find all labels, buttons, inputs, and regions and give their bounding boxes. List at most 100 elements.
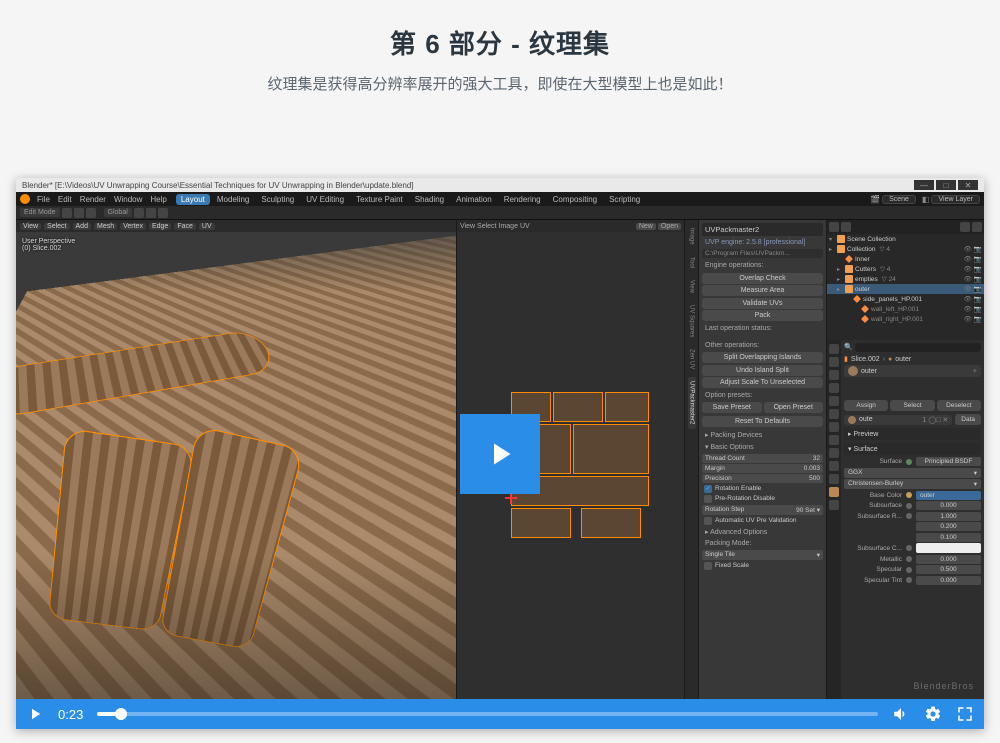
subsurface[interactable]: Subsurface0.000 [844, 501, 981, 510]
snap-icon[interactable] [134, 208, 144, 218]
mode-selector[interactable]: Edit Mode [20, 208, 60, 217]
pm-split-button[interactable]: Split Overlapping Islands [702, 352, 823, 363]
pm-pack-button[interactable]: Pack [702, 310, 823, 321]
prop-tab-constraint[interactable] [829, 461, 839, 471]
vtab-image[interactable]: Image [688, 224, 696, 249]
surface-panel[interactable]: ▾ Surface [844, 443, 981, 455]
play-button[interactable] [26, 705, 44, 723]
specular-tint[interactable]: Specular Tint0.000 [844, 576, 981, 585]
vp-menu-view[interactable]: View [20, 223, 41, 230]
pm-auto-pre-validation[interactable]: Automatic UV Pre Validation [702, 516, 823, 526]
menu-file[interactable]: File [34, 195, 53, 204]
pm-save-preset-button[interactable]: Save Preset [702, 402, 762, 413]
vtab-uvpackmaster[interactable]: UVPackmaster2 [688, 377, 696, 428]
prop-tab-world[interactable] [829, 396, 839, 406]
material-name-field[interactable]: oute 1 ◯□ ✕ [844, 415, 952, 425]
outliner-item[interactable]: ▸Cutters▽ 4👁📷 [827, 264, 984, 274]
outliner-item[interactable]: ▸outer👁📷 [827, 284, 984, 294]
window-close-button[interactable]: ✕ [958, 180, 978, 190]
ggx-dropdown[interactable]: GGX▾ [844, 468, 981, 478]
outliner-funnel-icon[interactable] [972, 222, 982, 232]
outliner-item[interactable]: wall_right_HP.001👁📷 [827, 314, 984, 324]
pm-sec-basic[interactable]: ▾ Basic Options [702, 441, 823, 453]
pm-sec-devices[interactable]: ▸ Packing Devices [702, 429, 823, 441]
uv-menu-image[interactable]: Image [499, 223, 518, 230]
outliner-scene-collection[interactable]: ▾Scene Collection [827, 234, 984, 244]
vp-menu-face[interactable]: Face [174, 223, 196, 230]
pm-pre-rotation-disable[interactable]: Pre-Rotation Disable [702, 494, 823, 504]
prop-tab-viewlayer[interactable] [829, 370, 839, 380]
pm-mode-dropdown[interactable]: Single Tile▾ [702, 550, 823, 560]
select-edge-icon[interactable] [74, 208, 84, 218]
pivot-icon[interactable] [146, 208, 156, 218]
pm-open-preset-button[interactable]: Open Preset [764, 402, 824, 413]
select-face-icon[interactable] [86, 208, 96, 218]
outliner-search-icon[interactable] [960, 222, 970, 232]
properties-search[interactable]: 🔍 [844, 343, 981, 352]
prop-tab-texture[interactable] [829, 500, 839, 510]
data-tab-button[interactable]: Data [955, 414, 981, 425]
specular[interactable]: Specular0.500 [844, 565, 981, 574]
video-progress[interactable] [97, 712, 878, 716]
menu-window[interactable]: Window [111, 195, 145, 204]
pm-rotation-enable[interactable]: ✓Rotation Enable [702, 484, 823, 494]
base-color[interactable]: Base Colorouter [844, 491, 981, 500]
deselect-button[interactable]: Deselect [937, 400, 981, 411]
prop-tab-material[interactable] [829, 487, 839, 497]
prop-tab-object[interactable] [829, 409, 839, 419]
vtab-zenuv[interactable]: Zen UV [688, 345, 696, 373]
vp-menu-vertex[interactable]: Vertex [120, 223, 146, 230]
prop-tab-physics[interactable] [829, 448, 839, 458]
subsurface-radius[interactable]: Subsurface R...1.000 [844, 512, 981, 521]
workspace-tab-shading[interactable]: Shading [410, 194, 449, 205]
workspace-tab-uv-editing[interactable]: UV Editing [301, 194, 349, 205]
pm-sec-advanced[interactable]: ▸ Advanced Options [702, 526, 823, 538]
pm-adjust-scale-button[interactable]: Adjust Scale To Unselected [702, 377, 823, 388]
vtab-uvsquares[interactable]: UV Squares [688, 301, 696, 341]
outliner-item[interactable]: side_panels_HP.001👁📷 [827, 294, 984, 304]
prop-tab-render[interactable] [829, 344, 839, 354]
uv-menu-select[interactable]: Select [477, 223, 496, 230]
vtab-tool[interactable]: Tool [688, 253, 696, 272]
workspace-tab-sculpting[interactable]: Sculpting [256, 194, 299, 205]
burley-dropdown[interactable]: Christensen-Burley▾ [844, 479, 981, 489]
workspace-tab-rendering[interactable]: Rendering [499, 194, 546, 205]
pm-undo-split-button[interactable]: Undo Island Split [702, 365, 823, 376]
uv-new-button[interactable]: New [636, 223, 656, 230]
preview-panel[interactable]: ▸ Preview [844, 428, 981, 440]
workspace-tab-animation[interactable]: Animation [451, 194, 497, 205]
vp-menu-edge[interactable]: Edge [149, 223, 171, 230]
workspace-tab-scripting[interactable]: Scripting [604, 194, 645, 205]
select-button[interactable]: Select [890, 400, 934, 411]
prop-tab-scene[interactable] [829, 383, 839, 393]
menu-edit[interactable]: Edit [55, 195, 75, 204]
window-min-button[interactable]: — [914, 180, 934, 190]
prop-tab-output[interactable] [829, 357, 839, 367]
orientation-selector[interactable]: Global [104, 208, 132, 217]
prop-tab-data[interactable] [829, 474, 839, 484]
outliner-item[interactable]: ▸Collection▽ 4👁📷 [827, 244, 984, 254]
workspace-tab-layout[interactable]: Layout [176, 194, 210, 205]
assign-button[interactable]: Assign [844, 400, 888, 411]
pm-overlap-button[interactable]: Overlap Check [702, 273, 823, 284]
window-max-button[interactable]: □ [936, 180, 956, 190]
surface-shader[interactable]: SurfacePrincipled BSDF [844, 457, 981, 466]
pm-reset-button[interactable]: Reset To Defaults [702, 416, 823, 427]
menu-render[interactable]: Render [77, 195, 109, 204]
workspace-tab-texture-paint[interactable]: Texture Paint [351, 194, 408, 205]
pm-validate-button[interactable]: Validate UVs [702, 298, 823, 309]
material-slot[interactable]: outer + [844, 365, 981, 377]
pm-measure-button[interactable]: Measure Area [702, 285, 823, 296]
volume-button[interactable] [892, 705, 910, 723]
uv-menu-view[interactable]: View [460, 223, 475, 230]
select-vert-icon[interactable] [62, 208, 72, 218]
pm-fixed-scale[interactable]: Fixed Scale [702, 561, 823, 571]
pm-precision[interactable]: Precision500 [702, 474, 823, 483]
outliner-mode-icon[interactable] [829, 222, 839, 232]
pm-margin[interactable]: Margin0.003 [702, 464, 823, 473]
subsurface-color[interactable]: Subsurface C... [844, 543, 981, 553]
fullscreen-button[interactable] [956, 705, 974, 723]
prop-tab-particles[interactable] [829, 435, 839, 445]
outliner-item[interactable]: Inner👁📷 [827, 254, 984, 264]
settings-button[interactable] [924, 705, 942, 723]
